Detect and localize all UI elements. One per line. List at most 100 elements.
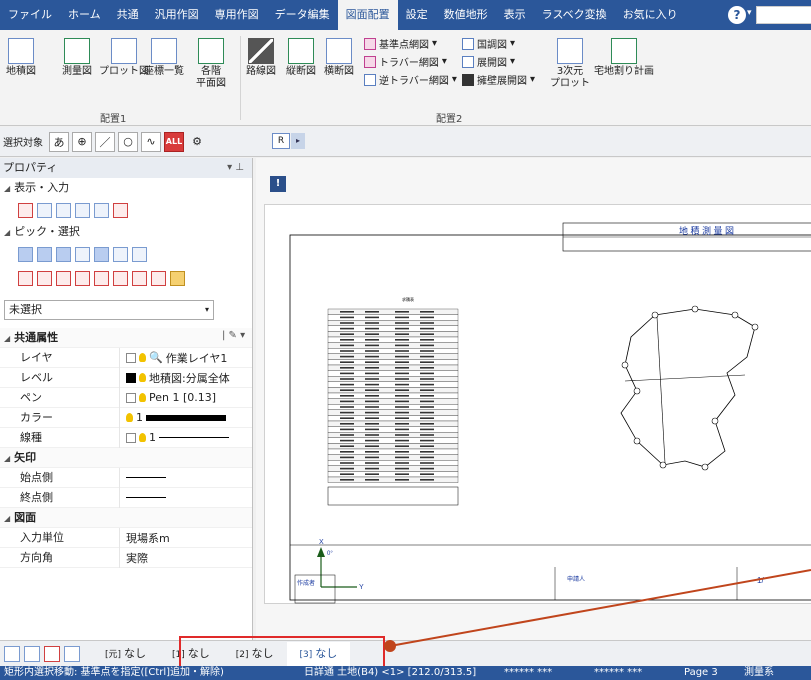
pick-midpoint-icon[interactable] — [56, 246, 71, 262]
select-all-button[interactable]: ALL — [164, 131, 184, 152]
ribbon-tab[interactable]: 図面配置 — [337, 0, 398, 30]
odan-zu-button[interactable]: 横断図 — [324, 38, 354, 78]
ribbon-tab[interactable]: ラスベク変換 — [534, 0, 615, 30]
ribbon-tab[interactable]: 表示 — [496, 0, 534, 30]
prop-row-end-arrow[interactable]: 終点側 — [0, 487, 252, 508]
prop-value[interactable] — [120, 477, 166, 478]
checkbox[interactable] — [126, 372, 136, 383]
prop-value[interactable]: 地積図:分属全体 — [120, 370, 230, 386]
pick-r-icon[interactable] — [132, 246, 147, 262]
select-frame-icon[interactable] — [132, 270, 147, 286]
prop-row-pen[interactable]: ペン Pen 1 [0.13] — [0, 387, 252, 408]
area-table-cell — [420, 395, 434, 397]
chiseki-zu-button[interactable]: 地積図 — [6, 38, 36, 78]
select-star-icon[interactable] — [94, 270, 109, 286]
snap-icon[interactable] — [75, 202, 90, 218]
pen-icon[interactable] — [113, 202, 128, 218]
section-drawing[interactable]: ◢ 図面 — [0, 508, 252, 528]
attribute-filter-icon[interactable]: | ✎ ▾ — [222, 330, 245, 341]
traverse-amizu-button[interactable]: トラバー網図 ▾ — [364, 54, 447, 69]
layer-grid-icon[interactable] — [64, 645, 80, 662]
pin-icon[interactable]: ▾ ⊥ — [227, 158, 244, 178]
ribbon-tab[interactable]: ホーム — [60, 0, 109, 30]
prop-row-direction[interactable]: 方向角 実際 — [0, 547, 252, 568]
select-rect-icon[interactable] — [56, 270, 71, 286]
3d-plot-button[interactable]: 3次元 プロット — [550, 38, 590, 90]
layer-display-icon[interactable] — [18, 202, 33, 218]
prop-row-level[interactable]: レベル 地積図:分属全体 — [0, 367, 252, 388]
pick-point-icon[interactable] — [18, 246, 33, 262]
prop-value[interactable]: 実際 — [120, 550, 148, 566]
pick-intersection-icon[interactable] — [75, 246, 90, 262]
prop-value[interactable]: 現場系m — [120, 530, 170, 546]
ribbon-tab[interactable]: 共通 — [109, 0, 147, 30]
layer-tab-original[interactable]: [元] なし — [92, 642, 159, 666]
pick-perpendicular-icon[interactable] — [113, 246, 128, 262]
reverse-traverse-button[interactable]: 逆トラバー網図 ▾ — [364, 72, 457, 87]
select-line-icon[interactable] — [18, 270, 33, 286]
checkbox[interactable] — [126, 352, 136, 363]
select-line-button[interactable]: ／ — [95, 131, 115, 152]
select-circle-button[interactable]: ○ — [118, 131, 138, 152]
delete-layer-icon[interactable] — [44, 645, 60, 662]
lock-icon[interactable] — [170, 270, 185, 286]
zahyo-ichiran-button[interactable]: 座標一覧 — [144, 38, 184, 78]
checkbox[interactable] — [126, 392, 136, 403]
new-layer-icon[interactable] — [4, 645, 20, 662]
r-tab-button[interactable]: R — [272, 133, 290, 149]
ribbon-tab[interactable]: 汎用作図 — [147, 0, 207, 30]
prop-row-color[interactable]: カラー 1 — [0, 407, 252, 428]
ribbon-search-input[interactable] — [756, 6, 811, 24]
prop-value[interactable]: Pen 1 [0.13] — [120, 391, 216, 404]
tab-scroll-right-icon[interactable]: ▸ — [291, 133, 305, 149]
ribbon-tab[interactable]: 設定 — [398, 0, 436, 30]
heimen-zu-button[interactable]: 各階 平面図 — [196, 38, 226, 90]
ribbon-tab[interactable]: お気に入り — [615, 0, 686, 30]
select-symbol-button[interactable]: ⊕ — [72, 131, 92, 152]
prop-value[interactable]: 1 — [120, 431, 229, 444]
input-mode-icon[interactable] — [94, 202, 109, 218]
section-pick-select[interactable]: ◢ ピック・選択 — [0, 222, 252, 242]
help-dropdown-icon[interactable]: ▾ — [747, 8, 752, 18]
plot-zu-button[interactable]: プロット図 — [99, 38, 149, 78]
checkbox[interactable] — [126, 432, 136, 443]
select-text-button[interactable]: あ — [49, 131, 69, 152]
judan-zu-button[interactable]: 縦断図 — [286, 38, 316, 78]
r-icon[interactable] — [56, 202, 71, 218]
kijunten-amizu-button[interactable]: 基準点網図 ▾ — [364, 36, 437, 51]
object-type-select[interactable]: 未選択 ▾ — [4, 300, 214, 320]
sokuryo-zu-button[interactable]: 測量図 — [62, 38, 92, 78]
section-arrow[interactable]: ◢ 矢印 — [0, 448, 252, 468]
section-common-attributes[interactable]: ◢ 共通属性 — [0, 328, 252, 348]
prop-row-linetype[interactable]: 線種 1 — [0, 427, 252, 448]
tenkai-zu-button[interactable]: 展開図 ▾ — [462, 54, 515, 69]
copy-layer-icon[interactable] — [24, 645, 40, 662]
help-icon[interactable]: ? — [728, 6, 746, 24]
pick-endpoint-icon[interactable] — [37, 246, 52, 262]
gear-icon[interactable]: ⚙ — [187, 132, 207, 152]
section-display-input[interactable]: ◢ 表示・入力 — [0, 178, 252, 198]
select-group-icon[interactable] — [151, 270, 166, 286]
ribbon-tab[interactable]: ファイル — [0, 0, 60, 30]
select-corner-icon[interactable] — [75, 270, 90, 286]
prop-row-start-arrow[interactable]: 始点側 — [0, 467, 252, 488]
ribbon-tab[interactable]: データ編集 — [267, 0, 338, 30]
select-branch-icon[interactable] — [113, 270, 128, 286]
prop-row-input-unit[interactable]: 入力単位 現場系m — [0, 527, 252, 548]
yoheki-tenkai-button[interactable]: 擁壁展開図 ▾ — [462, 72, 535, 87]
prop-row-layer[interactable]: レイヤ 🔍 作業レイヤ1 — [0, 347, 252, 368]
info-tool-icon[interactable]: ! — [270, 176, 286, 192]
kokucho-zu-button[interactable]: 国調図 ▾ — [462, 36, 515, 51]
ribbon-tab[interactable]: 数値地形 — [436, 0, 496, 30]
select-curve-button[interactable]: ∿ — [141, 131, 161, 152]
ribbon-tab[interactable]: 専用作図 — [207, 0, 267, 30]
drawing-sheet[interactable]: 地 積 測 量 図 求積表 X 0° Y 作成者 申請人 1/ — [264, 204, 811, 604]
grid-icon[interactable] — [37, 202, 52, 218]
prop-value[interactable]: 🔍 作業レイヤ1 — [120, 350, 227, 366]
prop-value[interactable]: 1 — [120, 411, 226, 424]
takuchi-wari-button[interactable]: 宅地割り計画 — [594, 38, 654, 78]
prop-value[interactable] — [120, 497, 166, 498]
pick-center-icon[interactable] — [94, 246, 109, 262]
rosen-zu-button[interactable]: 路線図 — [246, 38, 276, 78]
select-diagonal-icon[interactable] — [37, 270, 52, 286]
